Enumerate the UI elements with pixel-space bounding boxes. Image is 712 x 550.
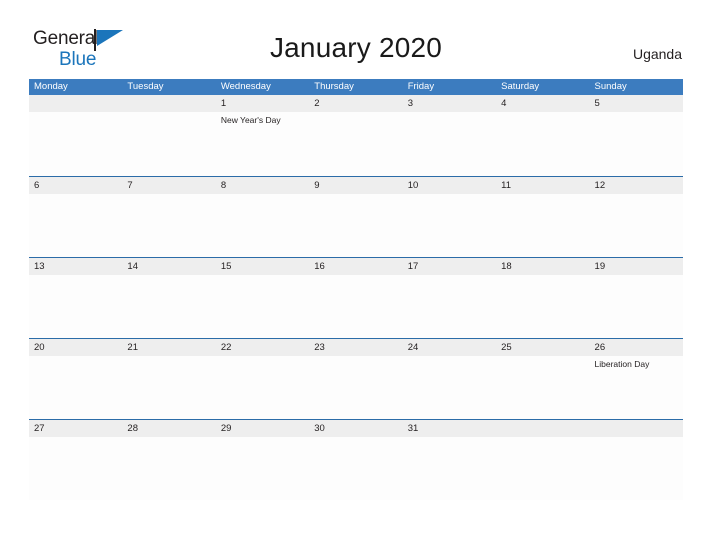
day-number: 5: [594, 98, 600, 109]
week-cells: 27 28 29 30 31: [29, 420, 683, 500]
day-number: 25: [501, 342, 512, 353]
day-cell[interactable]: 31: [403, 420, 496, 500]
day-cell[interactable]: 25: [496, 339, 589, 419]
day-number: 24: [407, 342, 419, 353]
day-number: 23: [314, 342, 325, 353]
day-cell[interactable]: 5: [590, 95, 683, 176]
day-number: 6: [34, 180, 40, 191]
day-number: 2: [314, 98, 320, 109]
page-title: January 2020: [269, 32, 443, 63]
day-number: 27: [34, 423, 45, 434]
calendar-grid: Monday Tuesday Wednesday Thursday Friday…: [29, 79, 683, 500]
weekday-tuesday: Tuesday: [127, 81, 164, 92]
calendar-weeks: 1 New Year's Day 2 3 4 5 6 7 8 9 10 11 12 13 14 15 16 17 1…: [29, 95, 683, 500]
day-cell[interactable]: 23: [309, 339, 402, 419]
day-cell[interactable]: 24: [403, 339, 496, 419]
day-number: 4: [501, 98, 507, 109]
week-cells: 13 14 15 16 17 18 19: [29, 258, 683, 338]
weekday-sunday: Sunday: [594, 81, 627, 92]
day-cell[interactable]: 29: [216, 420, 309, 500]
day-cell[interactable]: 15: [216, 258, 309, 338]
calendar-page: General Blue January 2020 Uganda Monday …: [0, 0, 712, 550]
day-number: 26: [594, 342, 606, 353]
day-number: 8: [220, 180, 227, 191]
day-cell[interactable]: 6: [29, 177, 122, 257]
day-cell[interactable]: 1 New Year's Day: [216, 95, 309, 176]
day-cell[interactable]: 18: [496, 258, 589, 338]
day-cell[interactable]: 12: [590, 177, 683, 257]
day-cell[interactable]: 10: [403, 177, 496, 257]
day-number: 9: [314, 180, 320, 191]
day-number: 19: [594, 261, 606, 272]
day-number: 14: [127, 261, 138, 272]
day-number: 22: [220, 342, 232, 353]
day-cell[interactable]: 7: [122, 177, 215, 257]
day-cell: [29, 95, 122, 176]
day-number: 17: [407, 261, 419, 272]
day-number: 29: [220, 423, 232, 434]
day-cell: [496, 420, 589, 500]
country-label: Uganda: [632, 46, 682, 62]
day-cell[interactable]: 3: [403, 95, 496, 176]
page-header: General Blue January 2020 Uganda: [0, 0, 712, 69]
day-cell[interactable]: 30: [309, 420, 402, 500]
day-cell[interactable]: 27: [29, 420, 122, 500]
day-cell[interactable]: 19: [590, 258, 683, 338]
week-cells: 1 New Year's Day 2 3 4 5: [29, 95, 683, 176]
day-number: 15: [220, 261, 232, 272]
calendar-week-row: 1 New Year's Day 2 3 4 5: [29, 95, 683, 176]
day-cell[interactable]: 2: [309, 95, 402, 176]
day-number: 31: [407, 423, 419, 434]
day-cell[interactable]: 9: [309, 177, 402, 257]
day-cell[interactable]: 17: [403, 258, 496, 338]
calendar-week-row: 20 21 22 23 24 25 26 Liberation Day: [29, 338, 683, 419]
day-number: 21: [127, 342, 138, 353]
holiday-label: New Year's Day: [220, 115, 281, 125]
day-cell[interactable]: 28: [122, 420, 215, 500]
day-number: 30: [314, 423, 325, 434]
week-cells: 20 21 22 23 24 25 26 Liberation Day: [29, 339, 683, 419]
day-cell[interactable]: 11: [496, 177, 589, 257]
calendar-week-row: 6 7 8 9 10 11 12: [29, 176, 683, 257]
day-cell: [122, 95, 215, 176]
day-cell[interactable]: 8: [216, 177, 309, 257]
weekday-header-row: Monday Tuesday Wednesday Thursday Friday…: [29, 79, 683, 95]
day-number: 11: [501, 180, 511, 191]
day-cell[interactable]: 22: [216, 339, 309, 419]
day-cell: [590, 420, 683, 500]
day-cell[interactable]: 14: [122, 258, 215, 338]
weekday-friday: Friday: [407, 81, 435, 92]
weekday-saturday: Saturday: [501, 81, 540, 92]
day-cell[interactable]: 21: [122, 339, 215, 419]
weekday-thursday: Thursday: [314, 81, 354, 92]
weekday-monday: Monday: [34, 81, 68, 92]
day-cell[interactable]: 13: [29, 258, 122, 338]
week-cells: 6 7 8 9 10 11 12: [29, 177, 683, 257]
day-number: 20: [34, 342, 45, 353]
day-number: 28: [127, 423, 138, 434]
day-number: 16: [314, 261, 325, 272]
day-number: 1: [220, 98, 227, 109]
day-number: 10: [407, 180, 419, 191]
day-number: 18: [501, 261, 512, 272]
weekday-wednesday: Wednesday: [220, 81, 271, 92]
day-number: 12: [594, 180, 606, 191]
day-cell[interactable]: 4: [496, 95, 589, 176]
day-number: 3: [407, 98, 413, 109]
day-number: 7: [127, 180, 133, 191]
day-cell[interactable]: 26 Liberation Day: [590, 339, 683, 419]
calendar-week-row: 27 28 29 30 31: [29, 419, 683, 500]
day-cell[interactable]: 16: [309, 258, 402, 338]
day-cell[interactable]: 20: [29, 339, 122, 419]
day-number: 13: [34, 261, 45, 272]
holiday-label: Liberation Day: [594, 359, 650, 369]
calendar-week-row: 13 14 15 16 17 18 19: [29, 257, 683, 338]
